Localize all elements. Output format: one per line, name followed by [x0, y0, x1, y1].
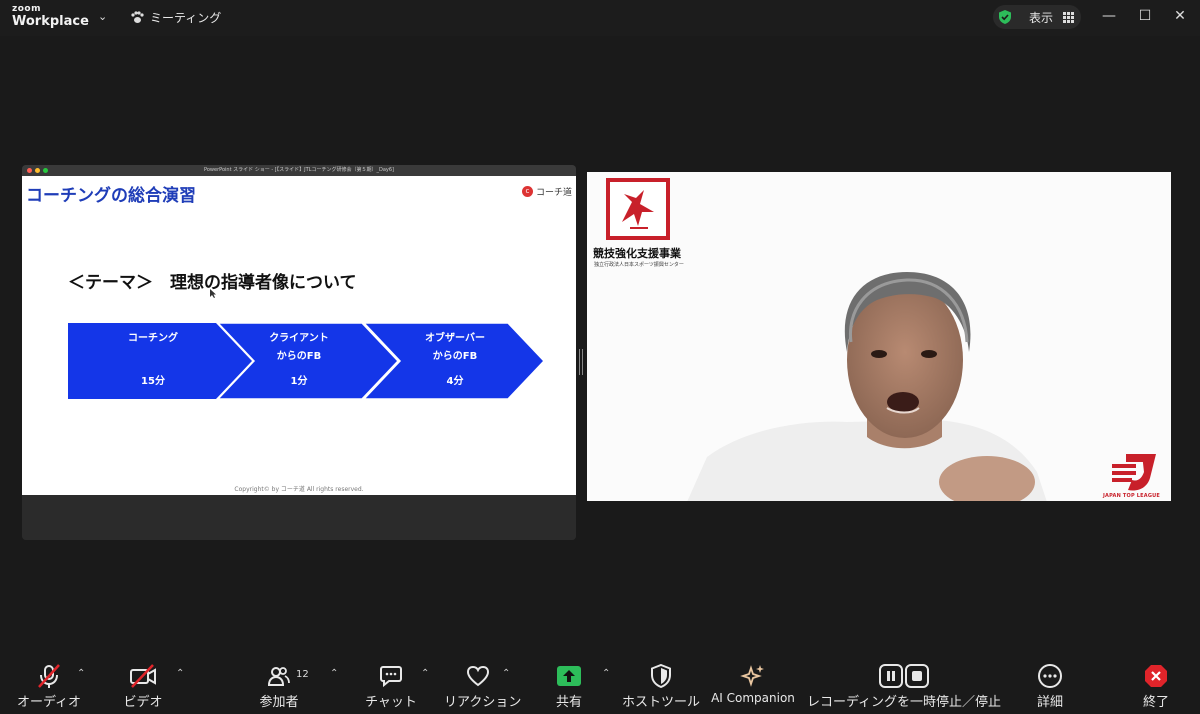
- step-3-label: オブザーバー からのFB 4分: [425, 333, 485, 387]
- coach-do-logo: c コーチ道: [521, 185, 572, 198]
- zoom-workplace-logo: zoom Workplace: [12, 4, 89, 29]
- video-button[interactable]: ビデオ: [110, 662, 176, 710]
- meeting-toolbar: オーディオ ⌃ ビデオ ⌃ 参加者 12 ⌃ チャット ⌃ リアクション ⌃ 共…: [0, 654, 1200, 714]
- chat-label: チャット: [365, 695, 417, 710]
- audio-button[interactable]: オーディオ: [14, 662, 84, 710]
- chat-button[interactable]: チャット: [364, 662, 418, 710]
- minimize-icon[interactable]: —: [1099, 8, 1119, 24]
- end-meeting-icon: [1145, 665, 1167, 687]
- chat-icon: [380, 666, 402, 688]
- screen-share-tile[interactable]: PowerPoint スライド ショー - [【スライド】JTLコーチング研修会…: [22, 165, 576, 540]
- audio-label: オーディオ: [16, 695, 82, 710]
- camera-off-icon: [130, 664, 156, 688]
- microphone-muted-icon: [38, 664, 60, 688]
- end-button[interactable]: 終了: [1134, 662, 1178, 710]
- pause-stop-recording-icon: [879, 664, 929, 688]
- participant-video-tile[interactable]: 競技強化支援事業 独立行政法人日本スポーツ振興センター JAPAN TOP LE…: [587, 172, 1171, 501]
- bird-emblem-icon: [622, 190, 654, 229]
- maximize-icon[interactable]: ☐: [1135, 8, 1155, 24]
- step-1-label: コーチング 15分: [128, 333, 178, 387]
- presentation-slide: コーチングの総合演習 c コーチ道 ＜テーマ＞ 理想の指導者像について コーチン…: [22, 176, 576, 495]
- more-button[interactable]: 詳細: [1028, 662, 1072, 710]
- participants-count: 12: [296, 669, 309, 680]
- org-subtitle: 独立行政法人日本スポーツ振興センター: [594, 262, 684, 268]
- host-shield-icon: [651, 664, 671, 688]
- chevron-down-icon[interactable]: ⌄: [98, 10, 107, 23]
- share-window-titlebar: PowerPoint スライド ショー - [【スライド】JTLコーチング研修会…: [22, 165, 576, 176]
- reactions-label: リアクション: [444, 695, 522, 710]
- share-options-chevron-icon[interactable]: ⌃: [602, 668, 610, 679]
- paw-icon: [131, 11, 144, 23]
- share-screen-icon: [557, 666, 581, 686]
- title-bar: zoom Workplace ⌄ ミーティング 表示 — ☐ ✕: [0, 0, 1200, 36]
- recording-label: レコーディングを一時停止／停止: [806, 695, 1002, 710]
- brand-bottom: Workplace: [12, 14, 89, 29]
- more-icon: [1038, 664, 1062, 688]
- meeting-menu[interactable]: ミーティング: [130, 9, 221, 26]
- ai-companion-label: AI Companion: [711, 691, 795, 705]
- grid-icon: [1063, 11, 1075, 23]
- sparkle-icon: [740, 665, 764, 687]
- split-resize-handle[interactable]: [579, 349, 583, 375]
- reactions-options-chevron-icon[interactable]: ⌃: [502, 668, 510, 679]
- jtl-logo: [1112, 454, 1156, 491]
- end-label: 終了: [1142, 695, 1169, 710]
- logo-text: コーチ道: [535, 188, 572, 198]
- share-button[interactable]: 共有: [546, 662, 592, 710]
- close-icon[interactable]: ✕: [1170, 8, 1190, 24]
- video-options-chevron-icon[interactable]: ⌃: [176, 668, 184, 679]
- slide-title: コーチングの総合演習: [26, 186, 196, 206]
- video-label: ビデオ: [123, 695, 163, 710]
- slide-copyright: Copyright© by コーチ道 All rights reserved.: [234, 486, 364, 493]
- ai-companion-button[interactable]: AI Companion: [710, 662, 796, 705]
- kyogi-logo: [606, 178, 670, 240]
- org-title: 競技強化支援事業: [593, 247, 681, 260]
- recording-controls[interactable]: レコーディングを一時停止／停止: [806, 662, 1002, 710]
- meeting-stage: PowerPoint スライド ショー - [【スライド】JTLコーチング研修会…: [0, 36, 1200, 654]
- view-label: 表示: [1029, 10, 1054, 25]
- brand-top: zoom: [12, 4, 41, 14]
- participants-label: 参加者: [259, 695, 299, 710]
- step-2-label: クライアント からのFB 1分: [269, 333, 329, 387]
- heart-icon: [466, 665, 490, 687]
- chat-options-chevron-icon[interactable]: ⌃: [421, 668, 429, 679]
- host-tools-label: ホストツール: [622, 695, 701, 710]
- mouse-cursor-icon: [210, 289, 216, 298]
- logo-mark-icon: c: [521, 186, 533, 197]
- participants-options-chevron-icon[interactable]: ⌃: [330, 668, 338, 679]
- view-button[interactable]: 表示: [993, 5, 1081, 29]
- meeting-label: ミーティング: [150, 11, 222, 25]
- participant-video: [687, 272, 1047, 501]
- host-tools-button[interactable]: ホストツール: [622, 662, 700, 710]
- participants-icon: [268, 667, 290, 686]
- league-label: JAPAN TOP LEAGUE: [1103, 493, 1161, 499]
- share-window-title: PowerPoint スライド ショー - [【スライド】JTLコーチング研修会…: [204, 167, 394, 173]
- audio-options-chevron-icon[interactable]: ⌃: [77, 668, 85, 679]
- share-label: 共有: [555, 695, 582, 710]
- more-label: 詳細: [1036, 695, 1063, 710]
- shield-check-icon: [999, 10, 1011, 24]
